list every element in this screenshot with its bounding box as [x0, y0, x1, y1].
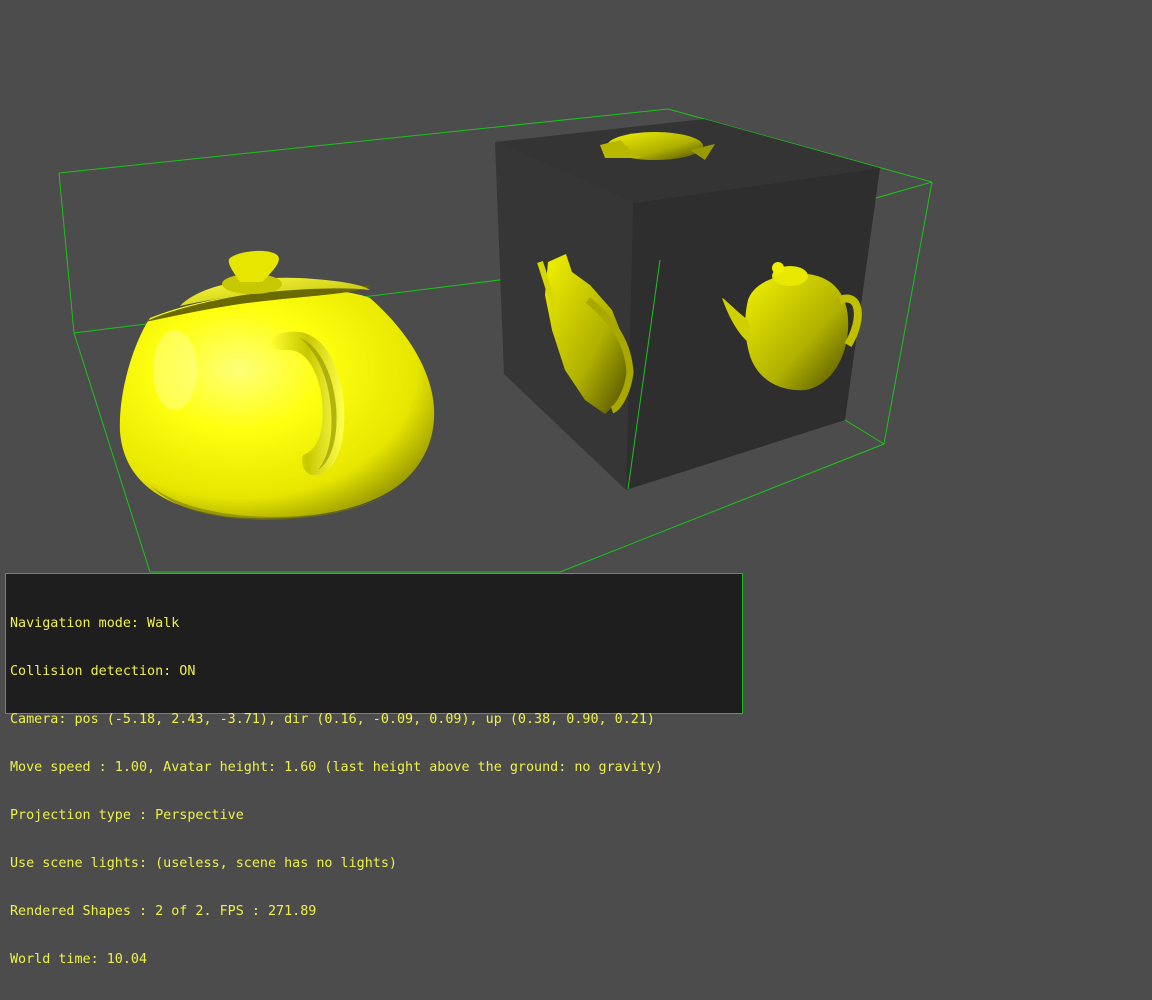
- textured-cube[interactable]: [495, 119, 880, 490]
- teapot[interactable]: [119, 250, 435, 520]
- collision-detection-text: Collision detection: ON: [10, 664, 196, 679]
- move-speed-text: Move speed : 1.00, Avatar height: 1.60 (…: [10, 760, 664, 775]
- camera-info-text: Camera: pos (-5.18, 2.43, -3.71), dir (0…: [10, 712, 655, 727]
- navigation-mode-text: Navigation mode: Walk: [10, 616, 180, 631]
- rendered-shapes-text: Rendered Shapes : 2 of 2. FPS : 271.89: [10, 904, 317, 919]
- teapot-highlight: [153, 330, 197, 410]
- scene-lights-text: Use scene lights: (useless, scene has no…: [10, 856, 397, 871]
- status-overlay: Navigation mode: Walk Collision detectio…: [5, 573, 743, 967]
- world-time-text: World time: 10.04: [10, 952, 148, 967]
- 3d-viewport[interactable]: Navigation mode: Walk Collision detectio…: [0, 0, 1152, 967]
- projection-type-text: Projection type : Perspective: [10, 808, 244, 823]
